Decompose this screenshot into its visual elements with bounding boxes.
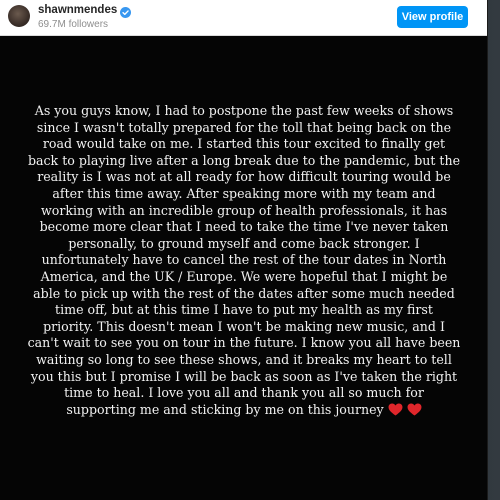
username[interactable]: shawnmendes	[38, 3, 117, 18]
story-line: become more clear that I need to take th…	[39, 219, 449, 235]
story-line: unfortunately have to cancel the rest of…	[41, 252, 447, 268]
embed-header: shawnmendes 69.7M followers View profile	[0, 0, 487, 36]
heart-emoji-icon	[388, 403, 403, 416]
story-line: you this but I promise I will be back as…	[30, 368, 458, 384]
story-line: waiting so long to see these shows, and …	[36, 351, 452, 367]
avatar[interactable]	[8, 5, 30, 27]
background-photo-edge	[488, 0, 500, 500]
story-line: working with an incredible group of heal…	[40, 202, 448, 218]
follower-count: 69.7M followers	[38, 19, 109, 30]
view-profile-button[interactable]: View profile	[397, 6, 468, 28]
story-line: can't wait to see you on tour in the fut…	[27, 335, 461, 351]
story-line: priority. This doesn't mean I won't be m…	[43, 318, 445, 334]
story-line: personally, to ground myself and come ba…	[68, 235, 420, 251]
story-line: since I wasn't totally prepared for the …	[36, 119, 452, 135]
story-line: road would take on me. I started this to…	[42, 136, 446, 152]
story-line: able to pick up with the rest of the dat…	[33, 285, 455, 301]
story-line: supporting me and sticking by me on this…	[66, 401, 384, 417]
story-last-line: supporting me and sticking by me on this…	[20, 402, 468, 419]
verified-badge-icon	[120, 5, 132, 18]
story-line: reality is I was not at all ready for ho…	[37, 169, 451, 185]
story-text: As you guys know, I had to postpone the …	[20, 103, 468, 418]
username-row: shawnmendes	[38, 3, 132, 18]
story-line: back to playing live after a long break …	[27, 152, 461, 168]
story-line: time off, but at this time I have to put…	[55, 302, 433, 318]
story-line: time to heal. I love you all and thank y…	[64, 385, 424, 401]
heart-emoji-icon	[407, 403, 422, 416]
story-line: As you guys know, I had to postpone the …	[34, 103, 454, 118]
instagram-embed: shawnmendes 69.7M followers View profile…	[0, 0, 488, 500]
user-info: shawnmendes 69.7M followers	[38, 3, 132, 31]
story-line: America, and the UK / Europe. We were ho…	[40, 268, 448, 284]
story-line: after this time away. After speaking mor…	[52, 185, 436, 201]
